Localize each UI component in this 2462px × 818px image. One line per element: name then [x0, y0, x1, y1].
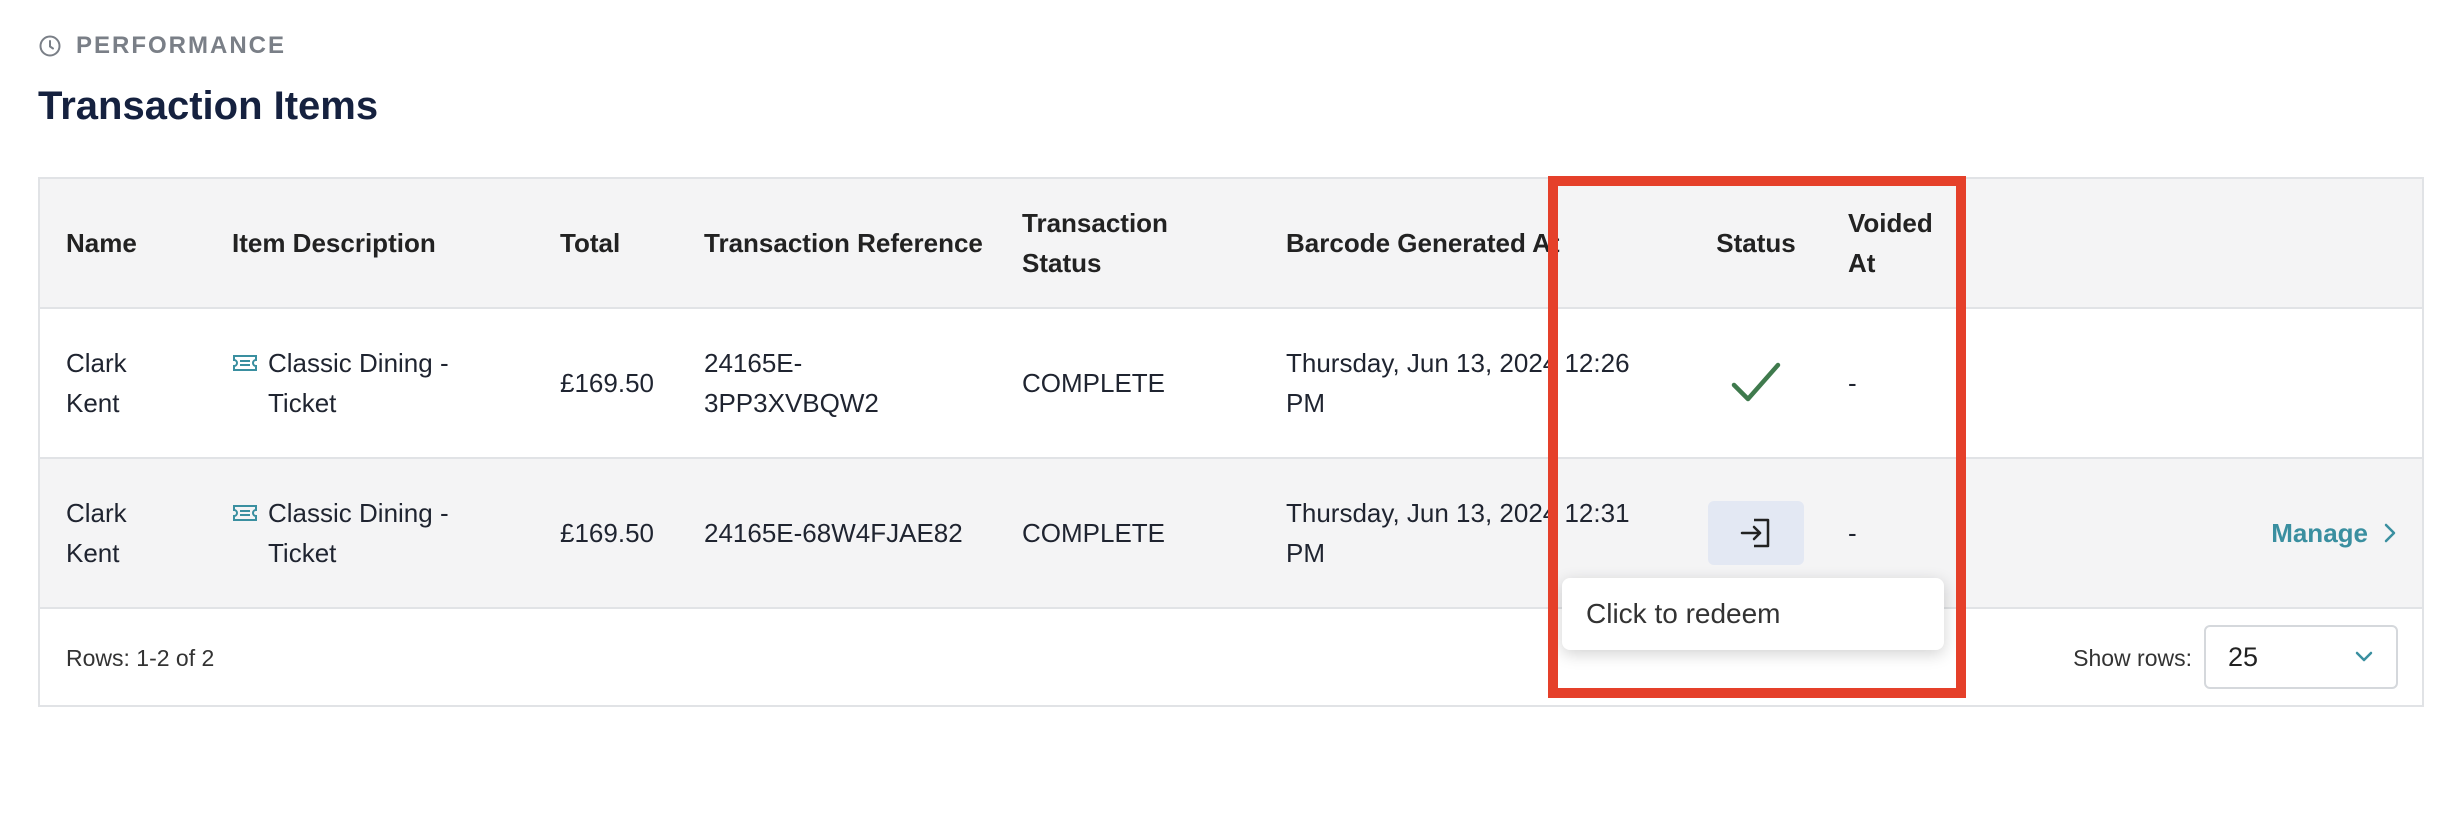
cell-total: £169.50	[560, 368, 654, 398]
manage-link-label: Manage	[2271, 518, 2368, 548]
redeem-button[interactable]	[1708, 501, 1804, 565]
redeem-tooltip: Click to redeem	[1562, 578, 1944, 650]
ref-line1: 24165E-	[704, 348, 803, 378]
desc-line2: Ticket	[268, 388, 337, 418]
cell-name: Clark Kent	[66, 459, 216, 607]
cell-actions: Manage	[2198, 459, 2398, 607]
cell-transaction-reference: 24165E- 3PP3XVBQW2	[704, 309, 1004, 457]
table-row[interactable]: Clark Kent Classic Dining - Ticket £169.…	[40, 459, 2422, 609]
header-transaction-reference[interactable]: Transaction Reference	[704, 179, 1004, 307]
section-label: PERFORMANCE	[38, 32, 286, 60]
table-footer: Rows: 1-2 of 2 Show rows: 25	[40, 609, 2422, 707]
page-title: Transaction Items	[38, 84, 379, 128]
header-transaction-status-line1: Transaction	[1022, 208, 1168, 238]
show-rows-value: 25	[2228, 641, 2259, 672]
show-rows-select[interactable]: 25	[2204, 625, 2398, 689]
desc-line1: Classic Dining -	[268, 498, 449, 528]
header-voided-line2: At	[1848, 248, 1876, 278]
header-voided-at[interactable]: Voided At	[1848, 179, 1968, 307]
table-header-row: Name Item Description Total Transaction …	[40, 179, 2422, 309]
cell-voided-at: -	[1848, 368, 1857, 398]
cell-name: Clark Kent	[66, 309, 216, 457]
name-first: Clark	[66, 498, 127, 528]
header-item-description[interactable]: Item Description	[232, 179, 532, 307]
cell-barcode-generated-at: Thursday, Jun 13, 2024 12:26 PM	[1286, 309, 1686, 457]
barcode-line1: Thursday, Jun 13, 2024 12:26	[1286, 348, 1630, 378]
barcode-line2: PM	[1286, 538, 1325, 568]
manage-link[interactable]: Manage	[2271, 513, 2398, 553]
name-first: Clark	[66, 348, 127, 378]
ref-line2: 3PP3XVBQW2	[704, 388, 879, 418]
checkmark-icon	[1731, 362, 1781, 402]
header-status[interactable]: Status	[1696, 179, 1816, 307]
desc-line2: Ticket	[268, 538, 337, 568]
name-last: Kent	[66, 538, 120, 568]
header-voided-line1: Voided	[1848, 208, 1933, 238]
barcode-line1: Thursday, Jun 13, 2024 12:31	[1286, 498, 1630, 528]
name-last: Kent	[66, 388, 120, 418]
table-row[interactable]: Clark Kent Classic Dining - Ticket £169.…	[40, 309, 2422, 459]
header-transaction-status[interactable]: Transaction Status	[1022, 179, 1252, 307]
ticket-icon	[233, 505, 257, 521]
cell-status	[1696, 309, 1816, 457]
cell-transaction-status: COMPLETE	[1022, 518, 1166, 548]
section-label-text: PERFORMANCE	[76, 32, 287, 59]
chevron-right-icon	[2384, 523, 2396, 543]
page: PERFORMANCE Transaction Items Name Item …	[0, 0, 2462, 818]
cell-item-description: Classic Dining - Ticket	[232, 459, 532, 607]
show-rows-label: Show rows:	[2073, 644, 2192, 671]
desc-line1: Classic Dining -	[268, 348, 449, 378]
cell-total: £169.50	[560, 518, 654, 548]
clock-icon	[39, 35, 61, 57]
header-name[interactable]: Name	[66, 179, 216, 307]
cell-transaction-reference: 24165E-68W4FJAE82	[704, 518, 963, 548]
chevron-down-icon	[2355, 651, 2373, 662]
cell-transaction-status: COMPLETE	[1022, 368, 1166, 398]
header-transaction-status-line2: Status	[1022, 248, 1102, 278]
header-total[interactable]: Total	[560, 179, 690, 307]
header-barcode-generated-at[interactable]: Barcode Generated At	[1286, 179, 1686, 307]
cell-item-description: Classic Dining - Ticket	[232, 309, 532, 457]
barcode-line2: PM	[1286, 388, 1325, 418]
rows-info: Rows: 1-2 of 2	[66, 644, 215, 671]
transaction-items-table: Name Item Description Total Transaction …	[38, 177, 2424, 707]
redeem-icon	[1740, 518, 1770, 548]
ticket-icon	[233, 355, 257, 371]
